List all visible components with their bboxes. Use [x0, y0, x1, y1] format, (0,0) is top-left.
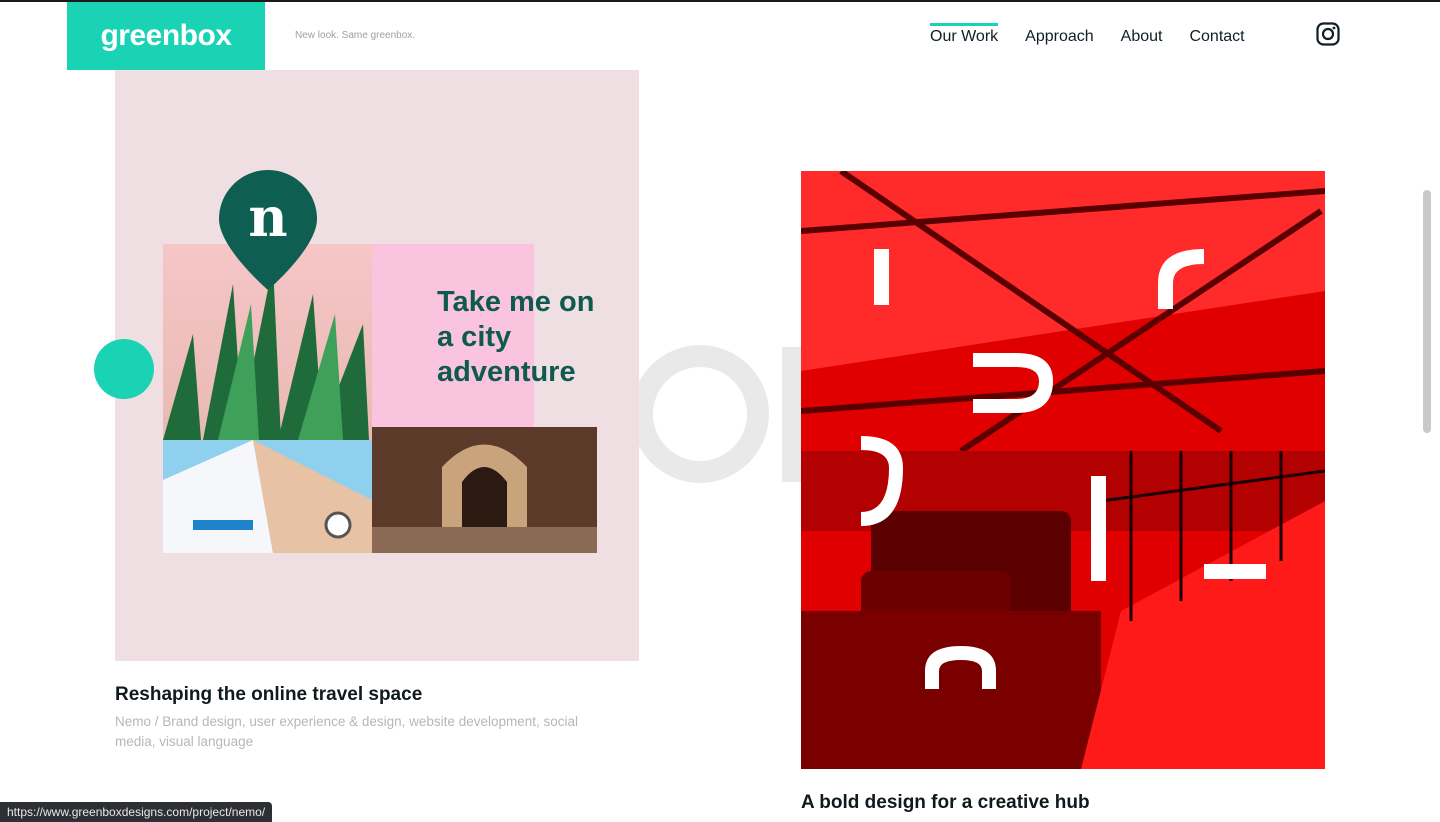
project-image-creative-hub[interactable]	[801, 171, 1325, 769]
mosque-photo	[372, 427, 597, 553]
nav-about[interactable]: About	[1121, 26, 1163, 46]
page-scrollbar-thumb[interactable]	[1423, 190, 1431, 433]
background-letter-graphic	[631, 345, 810, 483]
project-title-creative-hub[interactable]: A bold design for a creative hub	[801, 792, 1090, 814]
link-status-bar: https://www.greenboxdesigns.com/project/…	[0, 802, 273, 822]
main-nav: Our Work Approach About Contact	[930, 2, 1245, 70]
greenbox-logo[interactable]: greenbox	[67, 2, 265, 70]
instagram-icon[interactable]	[1316, 22, 1340, 46]
location-pin-icon: n	[219, 170, 317, 290]
teal-circle-decoration	[94, 339, 154, 399]
project-title-nemo[interactable]: Reshaping the online travel space	[115, 684, 422, 706]
project-meta-nemo: Nemo / Brand design, user experience & d…	[115, 714, 579, 749]
nav-approach[interactable]: Approach	[1025, 26, 1094, 46]
pin-letter: n	[248, 185, 287, 249]
logo-text: greenbox	[100, 19, 232, 52]
building-photo	[163, 440, 372, 553]
collage-headline: Take me on a city adventure	[437, 286, 595, 388]
nav-our-work[interactable]: Our Work	[930, 23, 999, 46]
nav-contact[interactable]: Contact	[1189, 26, 1244, 46]
tagline: New look. Same greenbox.	[295, 30, 416, 41]
project-image-nemo[interactable]: n Take me on a city adventure	[115, 70, 639, 661]
